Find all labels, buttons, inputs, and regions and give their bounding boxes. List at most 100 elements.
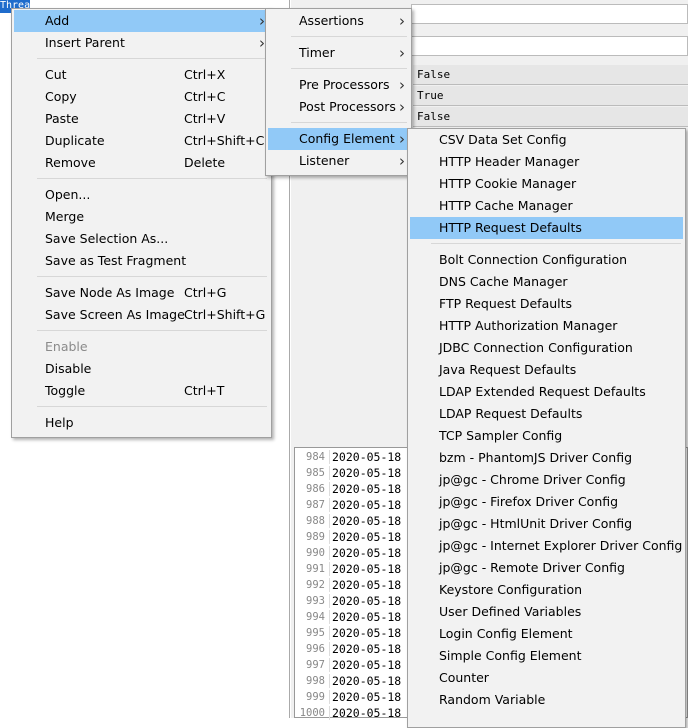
menu-item-bolt-connection-configuration[interactable]: Bolt Connection Configuration bbox=[410, 249, 683, 271]
line-number: 1000 bbox=[299, 707, 325, 719]
log-date: 2020-05-18 bbox=[329, 546, 401, 560]
menu-item-label: Save Selection As... bbox=[45, 231, 169, 246]
menu-item-save-screen-as-image[interactable]: Save Screen As Image Ctrl+Shift+G bbox=[14, 304, 269, 326]
menu-item-merge[interactable]: Merge bbox=[14, 206, 269, 228]
menu-item-open[interactable]: Open... bbox=[14, 184, 269, 206]
menu-item-jdbc-connection-configuration[interactable]: JDBC Connection Configuration bbox=[410, 337, 683, 359]
menu-separator bbox=[291, 36, 407, 37]
menu-item-label: Remove bbox=[45, 155, 96, 170]
menu-item-label: Open... bbox=[45, 187, 91, 202]
menu-item-user-defined-variables[interactable]: User Defined Variables bbox=[410, 601, 683, 623]
text-field[interactable] bbox=[411, 36, 688, 56]
log-date: 2020-05-18 bbox=[329, 642, 401, 656]
menu-item-http-authorization-manager[interactable]: HTTP Authorization Manager bbox=[410, 315, 683, 337]
menu-item-label: LDAP Extended Request Defaults bbox=[439, 384, 646, 399]
menu-item-label: DNS Cache Manager bbox=[439, 274, 568, 289]
menu-item-label: jp@gc - Chrome Driver Config bbox=[439, 472, 626, 487]
menu-item-remove[interactable]: Remove Delete bbox=[14, 152, 269, 174]
menu-item-save-as-test-fragment[interactable]: Save as Test Fragment bbox=[14, 250, 269, 272]
menu-item-label: Timer bbox=[299, 45, 335, 60]
menu-item-label: Toggle bbox=[45, 383, 86, 398]
menu-separator bbox=[291, 122, 407, 123]
menu-item-cut[interactable]: Cut Ctrl+X bbox=[14, 64, 269, 86]
menu-item-label: CSV Data Set Config bbox=[439, 132, 567, 147]
menu-item-simple-config-element[interactable]: Simple Config Element bbox=[410, 645, 683, 667]
menu-item-jp-gc-remote-driver-config[interactable]: jp@gc - Remote Driver Config bbox=[410, 557, 683, 579]
chevron-right-icon: › bbox=[399, 44, 405, 62]
log-date: 2020-05-18 bbox=[329, 514, 401, 528]
menu-item-pre-processors[interactable]: Pre Processors › bbox=[268, 74, 409, 96]
menu-item-login-config-element[interactable]: Login Config Element bbox=[410, 623, 683, 645]
menu-item-label: Listener bbox=[299, 153, 350, 168]
log-date: 2020-05-18 bbox=[329, 626, 401, 640]
menu-item-ldap-extended-request-defaults[interactable]: LDAP Extended Request Defaults bbox=[410, 381, 683, 403]
menu-item-label: Paste bbox=[45, 111, 79, 126]
menu-item-label: jp@gc - Remote Driver Config bbox=[439, 560, 625, 575]
menu-item-jp-gc-internet-explorer-driver-config[interactable]: jp@gc - Internet Explorer Driver Config bbox=[410, 535, 683, 557]
menu-item-label: Config Element bbox=[299, 131, 395, 146]
menu-item-random-variable[interactable]: Random Variable bbox=[410, 689, 683, 711]
menu-item-label: Save Screen As Image bbox=[45, 307, 185, 322]
menu-item-disable[interactable]: Disable bbox=[14, 358, 269, 380]
log-date: 2020-05-18 bbox=[329, 578, 401, 592]
line-number: 988 bbox=[306, 515, 325, 527]
menu-item-post-processors[interactable]: Post Processors › bbox=[268, 96, 409, 118]
menu-item-label: LDAP Request Defaults bbox=[439, 406, 583, 421]
menu-item-jp-gc-firefox-driver-config[interactable]: jp@gc - Firefox Driver Config bbox=[410, 491, 683, 513]
menu-item-keystore-configuration[interactable]: Keystore Configuration bbox=[410, 579, 683, 601]
menu-item-save-selection-as[interactable]: Save Selection As... bbox=[14, 228, 269, 250]
menu-separator bbox=[37, 406, 267, 407]
menu-item-http-cache-manager[interactable]: HTTP Cache Manager bbox=[410, 195, 683, 217]
menu-item-label: Save as Test Fragment bbox=[45, 253, 187, 268]
line-number: 995 bbox=[306, 627, 325, 639]
menu-item-label: HTTP Cache Manager bbox=[439, 198, 573, 213]
shortcut-label: Ctrl+G bbox=[184, 285, 227, 300]
line-number: 992 bbox=[306, 579, 325, 591]
menu-item-csv-data-set-config[interactable]: CSV Data Set Config bbox=[410, 129, 683, 151]
menu-item-label: Cut bbox=[45, 67, 67, 82]
menu-item-bzm-phantomjs-driver-config[interactable]: bzm - PhantomJS Driver Config bbox=[410, 447, 683, 469]
menu-item-http-request-defaults[interactable]: HTTP Request Defaults bbox=[410, 217, 683, 239]
value-row: False bbox=[413, 65, 688, 85]
menu-item-insert-parent[interactable]: Insert Parent › bbox=[14, 32, 269, 54]
menu-item-tcp-sampler-config[interactable]: TCP Sampler Config bbox=[410, 425, 683, 447]
menu-item-label: Post Processors bbox=[299, 99, 396, 114]
menu-item-save-node-as-image[interactable]: Save Node As Image Ctrl+G bbox=[14, 282, 269, 304]
menu-item-label: jp@gc - Firefox Driver Config bbox=[439, 494, 619, 509]
menu-item-copy[interactable]: Copy Ctrl+C bbox=[14, 86, 269, 108]
shortcut-label: Ctrl+T bbox=[184, 383, 225, 398]
menu-item-ftp-request-defaults[interactable]: FTP Request Defaults bbox=[410, 293, 683, 315]
shortcut-label: Delete bbox=[184, 155, 226, 170]
menu-item-assertions[interactable]: Assertions › bbox=[268, 10, 409, 32]
log-date: 2020-05-18 bbox=[329, 674, 401, 688]
log-date: 2020-05-18 bbox=[329, 594, 401, 608]
menu-item-label: Save Node As Image bbox=[45, 285, 175, 300]
text-field[interactable] bbox=[411, 4, 688, 24]
menu-separator bbox=[37, 330, 267, 331]
menu-item-timer[interactable]: Timer › bbox=[268, 42, 409, 64]
line-number: 997 bbox=[306, 659, 325, 671]
menu-item-jp-gc-chrome-driver-config[interactable]: jp@gc - Chrome Driver Config bbox=[410, 469, 683, 491]
menu-item-toggle[interactable]: Toggle Ctrl+T bbox=[14, 380, 269, 402]
menu-item-help[interactable]: Help bbox=[14, 412, 269, 434]
log-date: 2020-05-18 bbox=[329, 530, 401, 544]
menu-item-listener[interactable]: Listener › bbox=[268, 150, 409, 172]
menu-item-duplicate[interactable]: Duplicate Ctrl+Shift+C bbox=[14, 130, 269, 152]
menu-item-http-cookie-manager[interactable]: HTTP Cookie Manager bbox=[410, 173, 683, 195]
menu-item-java-request-defaults[interactable]: Java Request Defaults bbox=[410, 359, 683, 381]
menu-item-dns-cache-manager[interactable]: DNS Cache Manager bbox=[410, 271, 683, 293]
menu-item-label: JDBC Connection Configuration bbox=[439, 340, 633, 355]
menu-item-ldap-request-defaults[interactable]: LDAP Request Defaults bbox=[410, 403, 683, 425]
menu-item-label: HTTP Header Manager bbox=[439, 154, 580, 169]
line-number: 987 bbox=[306, 499, 325, 511]
menu-item-paste[interactable]: Paste Ctrl+V bbox=[14, 108, 269, 130]
menu-item-counter[interactable]: Counter bbox=[410, 667, 683, 689]
menu-item-config-element[interactable]: Config Element › bbox=[268, 128, 409, 150]
line-number: 999 bbox=[306, 691, 325, 703]
menu-item-jp-gc-htmlunit-driver-config[interactable]: jp@gc - HtmlUnit Driver Config bbox=[410, 513, 683, 535]
menu-item-http-header-manager[interactable]: HTTP Header Manager bbox=[410, 151, 683, 173]
menu-item-add[interactable]: Add › bbox=[14, 10, 269, 32]
menu-item-label: Enable bbox=[45, 339, 88, 354]
menu-separator bbox=[431, 243, 681, 244]
menu-item-label: HTTP Authorization Manager bbox=[439, 318, 618, 333]
